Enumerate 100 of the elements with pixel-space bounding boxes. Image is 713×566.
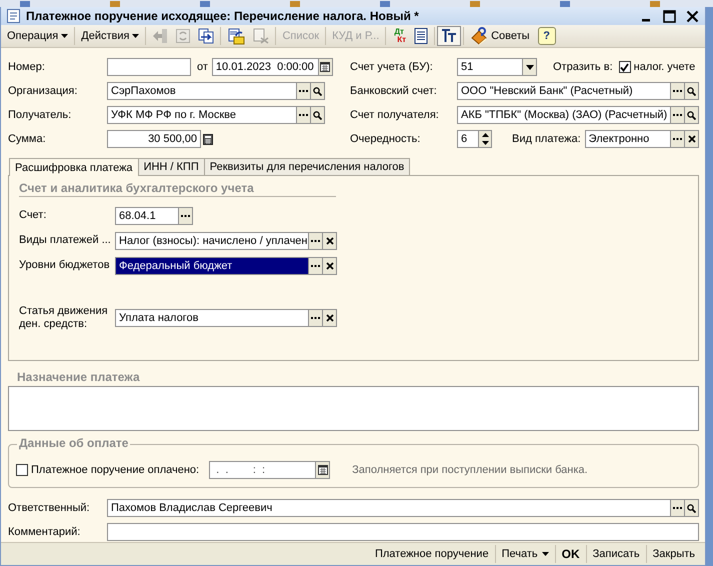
- select-button[interactable]: [671, 130, 686, 148]
- calculator-icon: [203, 134, 213, 144]
- search-icon: [313, 86, 322, 96]
- select-button[interactable]: [671, 499, 685, 517]
- select-button[interactable]: [309, 309, 323, 327]
- toolbar-icon-button[interactable]: [437, 26, 462, 46]
- payment-type-field[interactable]: Электронно: [584, 130, 672, 148]
- close-icon: [326, 314, 334, 322]
- group-title: Счет и аналитика бухгалтерского учета: [19, 181, 336, 197]
- tab[interactable]: Расшифровка платежа: [9, 158, 139, 176]
- help-button[interactable]: ?: [538, 27, 556, 45]
- priority-field[interactable]: 6: [457, 130, 479, 148]
- maximize-icon[interactable]: [663, 10, 676, 22]
- select-button[interactable]: [297, 82, 311, 100]
- dropdown-button[interactable]: [523, 58, 537, 76]
- book-question-icon: [470, 27, 488, 45]
- search-icon: [687, 504, 696, 512]
- date-field[interactable]: 10.01.2023 0:00:00: [212, 58, 319, 76]
- footer-button[interactable]: Платежное поручение: [370, 548, 493, 560]
- refresh-icon: [176, 29, 190, 43]
- date-field[interactable]: . . : :: [209, 461, 316, 479]
- select-button[interactable]: [309, 232, 323, 250]
- search-button[interactable]: [685, 499, 699, 517]
- calendar-button[interactable]: [318, 58, 333, 76]
- input-field[interactable]: Пахомов Владислав Сергеевич: [107, 499, 671, 517]
- field-label: Счет:: [19, 209, 48, 222]
- number-field[interactable]: [107, 58, 191, 76]
- documents-arrows-icon: [198, 28, 214, 44]
- close-icon: [326, 236, 334, 244]
- clear-button[interactable]: [323, 232, 337, 250]
- section-title: Назначение платежа: [17, 370, 141, 384]
- checkbox[interactable]: [618, 61, 631, 73]
- account-field[interactable]: 51: [457, 58, 523, 76]
- checkmark-icon: [620, 62, 630, 72]
- field-label: от: [197, 61, 208, 73]
- caret-icon: [61, 34, 68, 38]
- close-icon: [688, 135, 696, 143]
- field-label: Номер:: [8, 61, 46, 73]
- menu-button[interactable]: Действия: [77, 26, 144, 46]
- select-button[interactable]: [671, 82, 686, 100]
- comment-field[interactable]: [107, 523, 699, 541]
- field-label: Счет учета (БУ):: [350, 61, 434, 73]
- report-icon: [414, 28, 428, 44]
- calendar-icon: [318, 465, 328, 475]
- checkbox[interactable]: [16, 464, 28, 476]
- field-label: Банковский счет:: [350, 85, 438, 97]
- search-button[interactable]: [311, 106, 325, 124]
- field-label: Вид платежа:: [512, 133, 581, 145]
- caret-icon: [132, 34, 140, 38]
- footer-button[interactable]: Записать: [588, 548, 644, 560]
- group-title: Данные об оплате: [17, 436, 130, 450]
- input-field[interactable]: 68.04.1: [115, 206, 179, 224]
- checkbox-label: Платежное поручение оплачено:: [31, 464, 200, 476]
- field-label: Счет получателя:: [350, 109, 440, 121]
- document-icon: [7, 9, 20, 23]
- input-field[interactable]: ООО "Невский Банк" (Расчетный): [457, 82, 672, 100]
- caret-icon: [526, 64, 534, 70]
- search-button[interactable]: [311, 82, 325, 100]
- select-button[interactable]: [309, 256, 323, 274]
- clear-button[interactable]: [323, 309, 337, 327]
- input-field[interactable]: Уплата налогов: [115, 309, 309, 327]
- purpose-text-area[interactable]: [8, 386, 699, 431]
- dt-kt-button[interactable]: Дт Кт: [388, 26, 410, 46]
- input-field[interactable]: Федеральный бюджет: [115, 256, 309, 274]
- field-label: Уровни бюджетов: [19, 259, 111, 272]
- print-menu-button[interactable]: Печать: [498, 548, 553, 560]
- input-field[interactable]: Налог (взносы): начислено / уплачен: [115, 232, 309, 250]
- select-button[interactable]: [671, 106, 686, 124]
- tab[interactable]: ИНН / КПП: [138, 158, 205, 175]
- hint-text: Заполняется при поступлении выписки банка.: [352, 464, 588, 476]
- ok-button[interactable]: OK: [558, 547, 584, 561]
- select-button[interactable]: [179, 206, 193, 224]
- tab[interactable]: Реквизиты для перечисления налогов: [204, 158, 410, 175]
- clear-button[interactable]: [685, 130, 700, 148]
- calendar-icon: [320, 62, 330, 72]
- clear-button[interactable]: [323, 256, 337, 274]
- search-icon: [687, 86, 696, 96]
- spin-arrows-icon: [482, 132, 488, 146]
- calendar-button[interactable]: [316, 461, 330, 479]
- field-label: Получатель:: [8, 109, 72, 121]
- input-field[interactable]: СэрПахомов: [107, 82, 297, 100]
- amount-field[interactable]: 30 500,00: [107, 130, 201, 148]
- input-field[interactable]: АКБ "ТПБК" (Москва) (ЗАО) (Расчетный): [457, 106, 672, 124]
- search-icon: [687, 110, 696, 120]
- checkbox-label: налог. учете: [634, 61, 696, 73]
- field-label: Отразить в:: [553, 61, 613, 73]
- window-title: Платежное поручение исходящее: Перечисление налога. Новый *: [26, 9, 420, 23]
- search-button[interactable]: [685, 106, 700, 124]
- document-post-icon: [227, 28, 246, 44]
- search-button[interactable]: [685, 82, 700, 100]
- field-label: Ответственный:: [8, 502, 91, 514]
- field-label: Комментарий:: [8, 526, 82, 538]
- close-icon[interactable]: [686, 10, 699, 22]
- menu-button[interactable]: Операция: [3, 26, 72, 46]
- tips-button[interactable]: Советы: [466, 26, 534, 46]
- input-field[interactable]: УФК МФ РФ по г. Москве: [107, 106, 297, 124]
- footer-button[interactable]: Закрыть: [648, 548, 699, 560]
- search-icon: [313, 110, 322, 120]
- spin-button[interactable]: [479, 130, 492, 148]
- select-button[interactable]: [297, 106, 311, 124]
